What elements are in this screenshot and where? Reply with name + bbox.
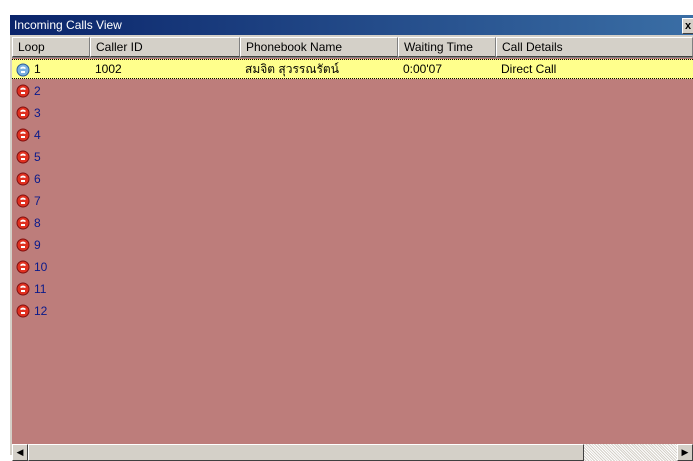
horizontal-scrollbar[interactable]: ◀ ▶ — [12, 444, 693, 461]
loop-cell: 5 — [34, 150, 41, 164]
loop-cell: 7 — [34, 194, 41, 208]
close-button[interactable]: x — [682, 18, 693, 34]
table-row[interactable]: 5 — [12, 147, 693, 167]
phone-idle-icon — [16, 194, 30, 208]
phone-idle-icon — [16, 172, 30, 186]
loop-cell: 4 — [34, 128, 41, 142]
table-row[interactable]: 12 — [12, 301, 693, 321]
phone-idle-icon — [16, 106, 30, 120]
table-row[interactable]: 1 1002 สมจิต สุวรรณรัตน์ 0:00'07 Direct Call — [12, 59, 693, 79]
loop-cell: 1 — [34, 62, 41, 76]
loop-cell: 6 — [34, 172, 41, 186]
loop-cell: 2 — [34, 84, 41, 98]
phone-idle-icon — [16, 150, 30, 164]
table-row[interactable]: 2 — [12, 81, 693, 101]
phone-active-icon — [16, 63, 30, 77]
table-row[interactable]: 11 — [12, 279, 693, 299]
table-row[interactable]: 4 — [12, 125, 693, 145]
table-row[interactable]: 9 — [12, 235, 693, 255]
loop-cell: 9 — [34, 238, 41, 252]
phone-idle-icon — [16, 304, 30, 318]
table-row[interactable]: 8 — [12, 213, 693, 233]
phone-idle-icon — [16, 128, 30, 142]
column-header-waiting-time[interactable]: Waiting Time — [398, 37, 496, 57]
table-row[interactable]: 3 — [12, 103, 693, 123]
loop-cell: 11 — [34, 282, 47, 296]
scrollbar-thumb[interactable] — [28, 444, 584, 461]
phone-idle-icon — [16, 84, 30, 98]
phonebook-name-cell: สมจิต สุวรรณรัตน์ — [245, 62, 339, 76]
table-row[interactable]: 6 — [12, 169, 693, 189]
calls-list[interactable]: 1 1002 สมจิต สุวรรณรัตน์ 0:00'07 Direct Call… — [12, 58, 693, 444]
loop-cell: 12 — [34, 304, 48, 318]
waiting-time-cell: 0:00'07 — [403, 62, 442, 76]
phone-idle-icon — [16, 282, 30, 296]
caller-id-cell: 1002 — [95, 62, 122, 76]
table-row[interactable]: 10 — [12, 257, 693, 277]
incoming-calls-window: Incoming Calls View x Loop Caller ID Pho… — [10, 15, 693, 461]
loop-cell: 10 — [34, 260, 48, 274]
column-header-caller-id[interactable]: Caller ID — [90, 37, 240, 57]
call-details-cell: Direct Call — [501, 62, 557, 76]
column-header: Loop Caller ID Phonebook Name Waiting Ti… — [12, 37, 693, 58]
phone-idle-icon — [16, 216, 30, 230]
scroll-left-button[interactable]: ◀ — [12, 444, 28, 461]
table-row[interactable]: 7 — [12, 191, 693, 211]
window-title: Incoming Calls View — [14, 18, 122, 32]
column-header-call-details[interactable]: Call Details — [496, 37, 693, 57]
loop-cell: 3 — [34, 106, 41, 120]
scroll-right-button[interactable]: ▶ — [677, 444, 693, 461]
scrollbar-track[interactable] — [584, 444, 677, 461]
column-header-loop[interactable]: Loop — [12, 37, 90, 57]
phone-idle-icon — [16, 260, 30, 274]
column-header-phonebook-name[interactable]: Phonebook Name — [240, 37, 398, 57]
title-bar[interactable]: Incoming Calls View x — [10, 15, 693, 35]
phone-idle-icon — [16, 238, 30, 252]
loop-cell: 8 — [34, 216, 41, 230]
